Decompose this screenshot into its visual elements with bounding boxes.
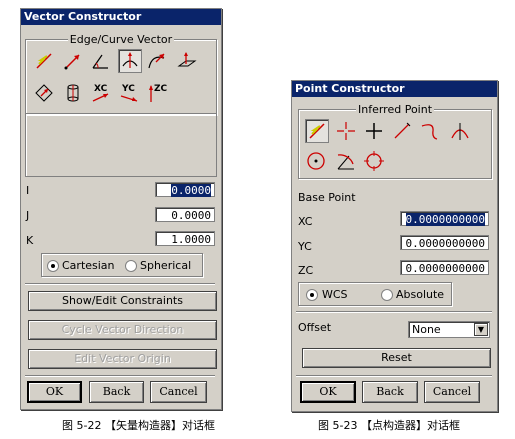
j-field[interactable]: 0.0000 bbox=[155, 207, 215, 222]
k-field[interactable]: 1.0000 bbox=[155, 231, 215, 246]
arc-center-icon[interactable] bbox=[305, 150, 327, 172]
zc-field[interactable]: 0.0000000000 bbox=[400, 260, 489, 275]
spherical-label[interactable]: Spherical bbox=[140, 259, 191, 272]
two-points-lightning-icon[interactable] bbox=[33, 50, 55, 72]
i-field[interactable]: 0.0000 bbox=[155, 182, 215, 197]
xc-field[interactable]: 0.0000000000 bbox=[400, 211, 489, 226]
vector-separator-2 bbox=[25, 375, 215, 377]
spherical-radio[interactable] bbox=[125, 260, 137, 272]
curve-vector-icon[interactable] bbox=[146, 50, 168, 72]
svg-text:ZC: ZC bbox=[154, 84, 168, 94]
cartesian-label[interactable]: Cartesian bbox=[62, 259, 115, 272]
absolute-label[interactable]: Absolute bbox=[396, 288, 444, 301]
tangent-vector-icon[interactable] bbox=[118, 49, 142, 73]
vector-dialog-caption: 图 5-22 【矢量构造器】对话框 bbox=[62, 419, 215, 432]
cylinder-axis-icon[interactable] bbox=[62, 82, 84, 104]
base-point-label: Base Point bbox=[298, 191, 356, 204]
absolute-radio[interactable] bbox=[381, 289, 393, 301]
inferred-point-group: Inferred Point bbox=[298, 103, 492, 179]
angle-on-arc-icon[interactable] bbox=[335, 150, 357, 172]
inferred-point-title: Inferred Point bbox=[355, 103, 435, 116]
vector-back-button[interactable]: Back bbox=[89, 381, 144, 403]
endpoint-icon[interactable] bbox=[391, 120, 413, 142]
xc-axis-icon[interactable]: XC bbox=[90, 82, 112, 104]
reset-button[interactable]: Reset bbox=[302, 348, 491, 368]
offset-select[interactable]: None ▼ bbox=[408, 321, 490, 338]
plane-normal-icon[interactable] bbox=[33, 82, 55, 104]
edge-curve-vector-group: Edge/Curve Vector XC YC ZC bbox=[25, 33, 217, 115]
axis-plane-icon[interactable] bbox=[176, 50, 198, 72]
edit-vector-origin-button[interactable]: Edit Vector Origin bbox=[28, 349, 217, 369]
cartesian-radio[interactable] bbox=[47, 260, 59, 272]
yc-label: YC bbox=[298, 240, 312, 253]
point-back-button[interactable]: Back bbox=[362, 381, 418, 403]
plus-point-icon[interactable] bbox=[363, 120, 385, 142]
svg-text:YC: YC bbox=[121, 84, 135, 94]
point-constructor-dialog: Point Constructor Inferred Point Base Po… bbox=[291, 80, 498, 412]
arrow-up-right-icon[interactable] bbox=[62, 50, 84, 72]
offset-value: None bbox=[412, 323, 441, 336]
point-separator-1 bbox=[296, 311, 492, 313]
cursor-cross-icon[interactable] bbox=[335, 120, 357, 142]
inferred-lightning-icon[interactable] bbox=[305, 119, 329, 143]
point-cancel-button[interactable]: Cancel bbox=[424, 381, 480, 403]
vector-separator-1 bbox=[25, 283, 215, 285]
angle-arrow-icon[interactable] bbox=[90, 50, 112, 72]
vector-preview-area bbox=[25, 113, 217, 177]
cycle-vector-direction-button[interactable]: Cycle Vector Direction bbox=[28, 320, 217, 340]
control-point-icon[interactable] bbox=[419, 120, 441, 142]
k-label: K bbox=[26, 234, 34, 247]
yc-axis-icon[interactable]: YC bbox=[118, 82, 140, 104]
vector-ok-button[interactable]: OK bbox=[27, 381, 82, 403]
intersection-icon[interactable] bbox=[449, 120, 471, 142]
j-label: J bbox=[26, 209, 30, 222]
quadrant-point-icon[interactable] bbox=[363, 150, 385, 172]
xc-label: XC bbox=[298, 215, 313, 228]
zc-label: ZC bbox=[298, 264, 314, 277]
show-edit-constraints-button[interactable]: Show/Edit Constraints bbox=[28, 291, 217, 311]
point-dialog-caption: 图 5-23 【点构造器】对话框 bbox=[318, 419, 460, 432]
svg-text:XC: XC bbox=[94, 84, 108, 94]
zc-axis-icon[interactable]: ZC bbox=[146, 82, 168, 104]
i-label: I bbox=[26, 184, 30, 197]
yc-field[interactable]: 0.0000000000 bbox=[400, 235, 489, 250]
wcs-radio[interactable] bbox=[306, 289, 318, 301]
wcs-label[interactable]: WCS bbox=[322, 288, 348, 301]
offset-label: Offset bbox=[298, 321, 332, 334]
vector-cancel-button[interactable]: Cancel bbox=[150, 381, 207, 403]
chevron-down-icon[interactable]: ▼ bbox=[474, 323, 488, 336]
point-dialog-title: Point Constructor bbox=[292, 81, 497, 97]
vector-dialog-title: Vector Constructor bbox=[21, 9, 221, 25]
point-ok-button[interactable]: OK bbox=[300, 381, 356, 403]
vector-constructor-dialog: Vector Constructor Edge/Curve Vector XC … bbox=[20, 8, 222, 410]
edge-curve-vector-title: Edge/Curve Vector bbox=[67, 33, 175, 46]
point-separator-2 bbox=[296, 375, 492, 377]
